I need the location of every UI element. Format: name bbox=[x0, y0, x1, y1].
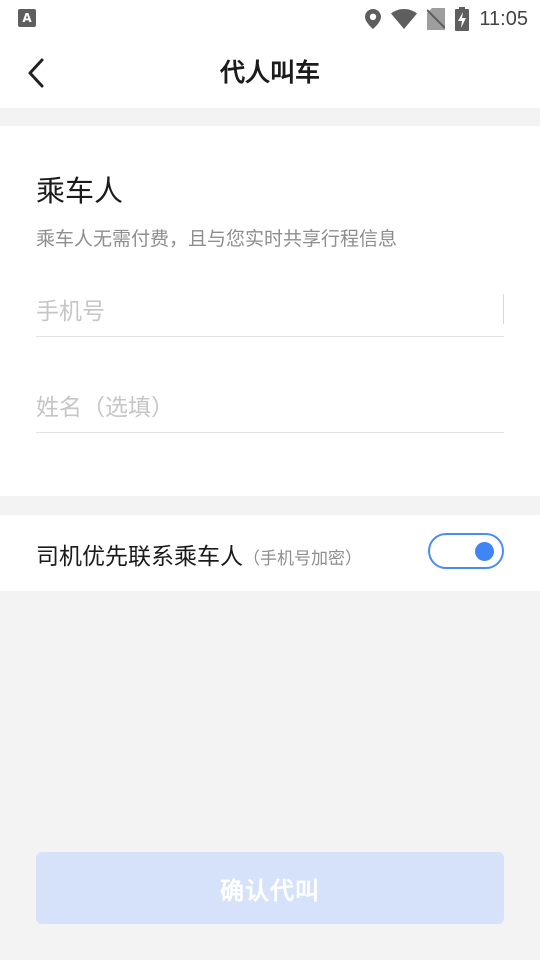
passenger-section-title: 乘车人 bbox=[36, 174, 124, 208]
status-time: 11:05 bbox=[479, 7, 528, 30]
contact-preference-row: 司机优先联系乘车人（手机号加密） bbox=[0, 515, 540, 591]
name-field-wrapper bbox=[36, 384, 504, 433]
location-icon bbox=[365, 9, 382, 29]
page-title: 代人叫车 bbox=[219, 58, 320, 87]
header: 代人叫车 bbox=[0, 38, 540, 108]
status-bar: A 11:05 bbox=[0, 0, 540, 38]
name-input[interactable] bbox=[36, 384, 504, 432]
contact-preference-text: 司机优先联系乘车人 bbox=[36, 544, 243, 570]
phone-field-wrapper bbox=[36, 288, 504, 337]
no-sim-icon bbox=[427, 8, 446, 30]
toggle-knob bbox=[475, 542, 494, 561]
confirm-button[interactable]: 确认代叫 bbox=[36, 852, 504, 924]
wifi-icon bbox=[391, 9, 418, 29]
phone-input[interactable] bbox=[36, 288, 504, 336]
passenger-card: 乘车人 乘车人无需付费，且与您实时共享行程信息 bbox=[0, 126, 540, 496]
battery-charging-icon bbox=[455, 7, 470, 31]
text-cursor bbox=[503, 294, 504, 324]
app-notification-icon: A bbox=[18, 9, 36, 27]
contact-preference-note: （手机号加密） bbox=[243, 549, 362, 569]
contact-preference-label: 司机优先联系乘车人（手机号加密） bbox=[36, 537, 362, 571]
status-icons: 11:05 bbox=[365, 4, 528, 34]
contact-preference-toggle[interactable] bbox=[428, 533, 504, 569]
passenger-section-subtitle: 乘车人无需付费，且与您实时共享行程信息 bbox=[36, 228, 398, 250]
